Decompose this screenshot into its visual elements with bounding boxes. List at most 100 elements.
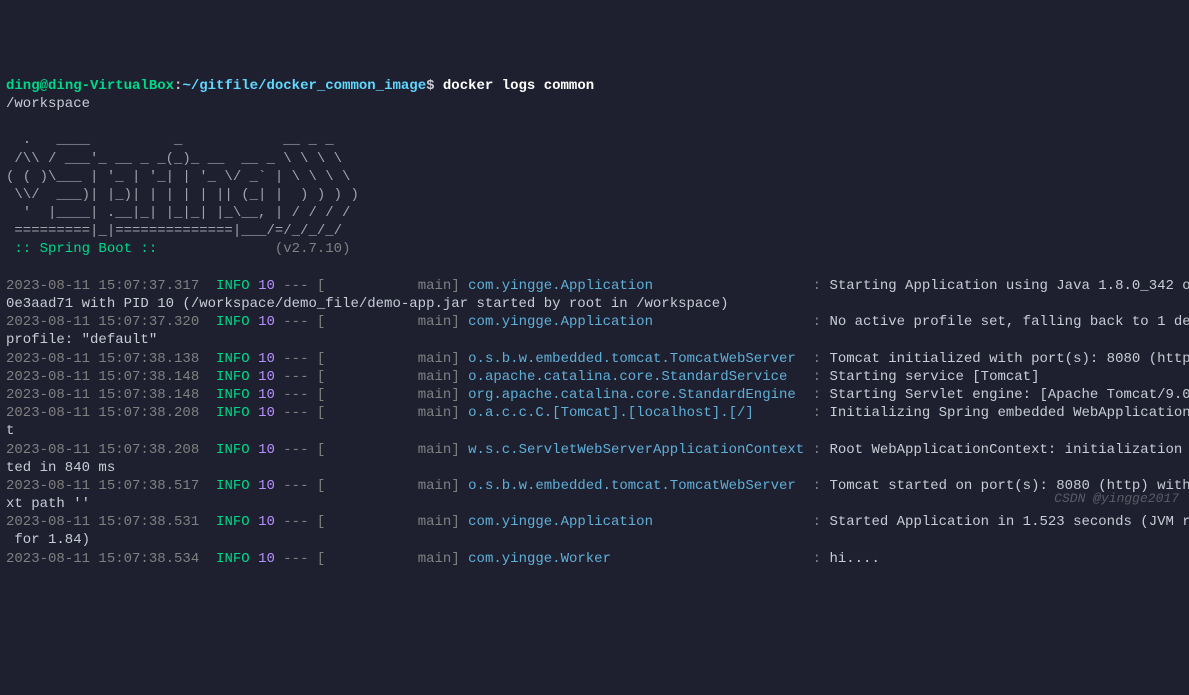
log-timestamp: 2023-08-11 15:07:38.208 bbox=[6, 442, 199, 458]
log-dashes: --- bbox=[283, 351, 308, 367]
log-dashes: --- bbox=[283, 405, 308, 421]
log-timestamp: 2023-08-11 15:07:38.138 bbox=[6, 351, 199, 367]
output-workspace: /workspace bbox=[6, 96, 90, 112]
log-timestamp: 2023-08-11 15:07:37.317 bbox=[6, 278, 199, 294]
log-colon: : bbox=[813, 442, 821, 458]
log-timestamp: 2023-08-11 15:07:38.148 bbox=[6, 369, 199, 385]
log-timestamp: 2023-08-11 15:07:38.148 bbox=[6, 387, 199, 403]
log-pid: 10 bbox=[258, 405, 275, 421]
log-colon: : bbox=[813, 369, 821, 385]
log-level: INFO bbox=[216, 369, 250, 385]
log-bracket-open: [ bbox=[317, 551, 325, 567]
log-level: INFO bbox=[216, 351, 250, 367]
log-message: Starting Application using Java 1.8.0_34… bbox=[829, 278, 1189, 294]
log-colon: : bbox=[813, 314, 821, 330]
log-logger: o.s.b.w.embedded.tomcat.TomcatWebServer bbox=[468, 351, 804, 367]
log-dashes: --- bbox=[283, 369, 308, 385]
command-input[interactable]: docker logs common bbox=[443, 78, 594, 94]
log-logger: o.a.c.c.C.[Tomcat].[localhost].[/] bbox=[468, 405, 804, 421]
log-dashes: --- bbox=[283, 551, 308, 567]
log-pid: 10 bbox=[258, 514, 275, 530]
log-level: INFO bbox=[216, 478, 250, 494]
log-level: INFO bbox=[216, 551, 250, 567]
log-logger: o.s.b.w.embedded.tomcat.TomcatWebServer bbox=[468, 478, 804, 494]
log-dashes: --- bbox=[283, 514, 308, 530]
watermark: CSDN @yingge2017 bbox=[1054, 491, 1179, 508]
log-colon: : bbox=[813, 514, 821, 530]
spring-ascii-banner: . ____ _ __ _ _ /\\ / ___'_ __ _ _(_)_ _… bbox=[6, 132, 359, 239]
log-colon: : bbox=[813, 478, 821, 494]
log-logger: w.s.c.ServletWebServerApplicationContext bbox=[468, 442, 804, 458]
log-timestamp: 2023-08-11 15:07:38.517 bbox=[6, 478, 199, 494]
prompt-user: ding bbox=[6, 78, 40, 94]
log-pid: 10 bbox=[258, 387, 275, 403]
log-bracket-close: ] bbox=[451, 442, 459, 458]
log-message: Starting service [Tomcat] bbox=[829, 369, 1039, 385]
log-thread: main bbox=[325, 442, 451, 458]
log-colon: : bbox=[813, 551, 821, 567]
log-colon: : bbox=[813, 278, 821, 294]
log-bracket-close: ] bbox=[451, 478, 459, 494]
log-level: INFO bbox=[216, 314, 250, 330]
log-bracket-close: ] bbox=[451, 551, 459, 567]
log-pid: 10 bbox=[258, 369, 275, 385]
log-thread: main bbox=[325, 387, 451, 403]
log-thread: main bbox=[325, 314, 451, 330]
log-level: INFO bbox=[216, 387, 250, 403]
prompt-path: ~/gitfile/docker_common_image bbox=[182, 78, 426, 94]
log-colon: : bbox=[813, 351, 821, 367]
log-thread: main bbox=[325, 369, 451, 385]
log-dashes: --- bbox=[283, 442, 308, 458]
log-message: Root WebApplicationContext: initializati… bbox=[829, 442, 1189, 458]
log-logger: com.yingge.Worker bbox=[468, 551, 804, 567]
log-message: Starting Servlet engine: [Apache Tomcat/… bbox=[829, 387, 1189, 403]
log-colon: : bbox=[813, 387, 821, 403]
prompt-host: ding-VirtualBox bbox=[48, 78, 174, 94]
log-thread: main bbox=[325, 478, 451, 494]
log-continuation: for 1.84) bbox=[6, 532, 90, 548]
log-bracket-close: ] bbox=[451, 514, 459, 530]
log-level: INFO bbox=[216, 442, 250, 458]
log-level: INFO bbox=[216, 405, 250, 421]
log-pid: 10 bbox=[258, 478, 275, 494]
log-bracket-close: ] bbox=[451, 369, 459, 385]
log-logger: com.yingge.Application bbox=[468, 314, 804, 330]
log-pid: 10 bbox=[258, 278, 275, 294]
log-thread: main bbox=[325, 514, 451, 530]
spring-boot-label: :: Spring Boot :: bbox=[6, 241, 166, 257]
log-bracket-close: ] bbox=[451, 351, 459, 367]
log-bracket-close: ] bbox=[451, 314, 459, 330]
log-message: Started Application in 1.523 seconds (JV… bbox=[829, 514, 1189, 530]
log-bracket-open: [ bbox=[317, 514, 325, 530]
log-message: Initializing Spring embedded WebApplicat… bbox=[829, 405, 1189, 421]
log-level: INFO bbox=[216, 278, 250, 294]
log-bracket-close: ] bbox=[451, 278, 459, 294]
log-thread: main bbox=[325, 278, 451, 294]
log-pid: 10 bbox=[258, 551, 275, 567]
log-dashes: --- bbox=[283, 478, 308, 494]
log-timestamp: 2023-08-11 15:07:37.320 bbox=[6, 314, 199, 330]
log-continuation: ted in 840 ms bbox=[6, 460, 115, 476]
log-continuation: profile: "default" bbox=[6, 332, 157, 348]
log-output: 2023-08-11 15:07:37.317 INFO 10 --- [ ma… bbox=[6, 277, 1183, 568]
log-thread: main bbox=[325, 351, 451, 367]
log-continuation: 0e3aad71 with PID 10 (/workspace/demo_fi… bbox=[6, 296, 729, 312]
prompt-dollar: $ bbox=[426, 78, 434, 94]
log-message: No active profile set, falling back to 1… bbox=[829, 314, 1189, 330]
prompt-at: @ bbox=[40, 78, 48, 94]
log-timestamp: 2023-08-11 15:07:38.208 bbox=[6, 405, 199, 421]
log-thread: main bbox=[325, 405, 451, 421]
log-continuation: xt path '' bbox=[6, 496, 90, 512]
log-level: INFO bbox=[216, 514, 250, 530]
log-pid: 10 bbox=[258, 442, 275, 458]
log-timestamp: 2023-08-11 15:07:38.531 bbox=[6, 514, 199, 530]
log-pid: 10 bbox=[258, 351, 275, 367]
log-bracket-close: ] bbox=[451, 387, 459, 403]
log-continuation: t bbox=[6, 423, 14, 439]
log-message: hi.... bbox=[829, 551, 879, 567]
log-timestamp: 2023-08-11 15:07:38.534 bbox=[6, 551, 199, 567]
log-thread: main bbox=[325, 551, 451, 567]
log-logger: o.apache.catalina.core.StandardService bbox=[468, 369, 804, 385]
log-colon: : bbox=[813, 405, 821, 421]
terminal-output: ding@ding-VirtualBox: ~/gitfile/docker_co… bbox=[6, 77, 1183, 568]
